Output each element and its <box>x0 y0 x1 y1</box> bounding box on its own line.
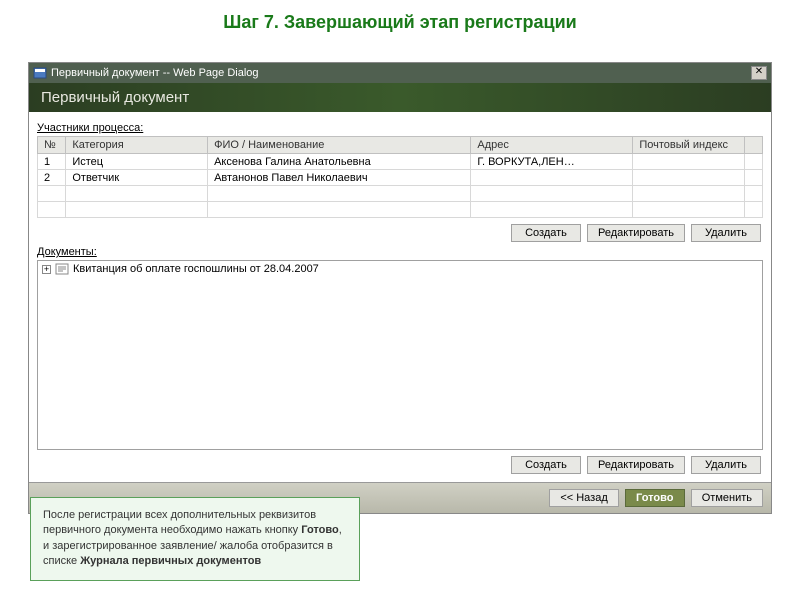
table-row[interactable]: 2 Ответчик Автанонов Павел Николаевич <box>38 170 763 186</box>
table-row[interactable] <box>38 186 763 202</box>
cell-zip <box>633 170 744 186</box>
cell-num: 1 <box>38 154 66 170</box>
documents-list: + Квитанция об оплате госпошлины от 28.0… <box>37 260 763 450</box>
close-button[interactable]: ✕ <box>751 66 767 80</box>
note-bold-2: Журнала первичных документов <box>80 555 261 567</box>
window-title: Первичный документ -- Web Page Dialog <box>51 67 751 79</box>
participants-label: Участники процесса: <box>37 122 763 134</box>
cell-category: Истец <box>66 154 208 170</box>
note-text-1: После регистрации всех дополнительных ре… <box>43 509 316 536</box>
edit-button[interactable]: Редактировать <box>587 224 685 242</box>
list-item[interactable]: + Квитанция об оплате госпошлины от 28.0… <box>38 261 762 277</box>
done-button[interactable]: Готово <box>625 489 685 507</box>
col-address[interactable]: Адрес <box>471 137 633 154</box>
table-row[interactable]: 1 Истец Аксенова Галина Анатольевна Г. В… <box>38 154 763 170</box>
cancel-button[interactable]: Отменить <box>691 489 763 507</box>
dialog-body: Участники процесса: № Категория ФИО / На… <box>29 112 771 482</box>
document-text: Квитанция об оплате госпошлины от 28.04.… <box>73 263 319 275</box>
participants-grid: № Категория ФИО / Наименование Адрес Поч… <box>37 136 763 218</box>
table-row[interactable] <box>38 202 763 218</box>
create-button[interactable]: Создать <box>511 224 581 242</box>
edit-button[interactable]: Редактировать <box>587 456 685 474</box>
expand-icon[interactable]: + <box>42 265 51 274</box>
col-category[interactable]: Категория <box>66 137 208 154</box>
create-button[interactable]: Создать <box>511 456 581 474</box>
delete-button[interactable]: Удалить <box>691 224 761 242</box>
col-spacer <box>744 137 762 154</box>
documents-label: Документы: <box>37 246 763 258</box>
cell-fio: Аксенова Галина Анатольевна <box>208 154 471 170</box>
titlebar: Первичный документ -- Web Page Dialog ✕ <box>29 63 771 83</box>
cell-zip <box>633 154 744 170</box>
delete-button[interactable]: Удалить <box>691 456 761 474</box>
back-button[interactable]: << Назад <box>549 489 618 507</box>
cell-category: Ответчик <box>66 170 208 186</box>
app-icon <box>33 66 47 80</box>
cell-fio: Автанонов Павел Николаевич <box>208 170 471 186</box>
col-fio[interactable]: ФИО / Наименование <box>208 137 471 154</box>
dialog-window: Первичный документ -- Web Page Dialog ✕ … <box>28 62 772 514</box>
col-zip[interactable]: Почтовый индекс <box>633 137 744 154</box>
note-bold-1: Готово <box>301 524 338 536</box>
participants-buttons: Создать Редактировать Удалить <box>39 224 761 242</box>
dialog-subtitle: Первичный документ <box>29 83 771 112</box>
document-icon <box>55 263 69 275</box>
instruction-note: После регистрации всех дополнительных ре… <box>30 497 360 581</box>
cell-address: Г. ВОРКУТА,ЛЕН… <box>471 154 633 170</box>
cell-num: 2 <box>38 170 66 186</box>
documents-buttons: Создать Редактировать Удалить <box>39 456 761 474</box>
page-heading: Шаг 7. Завершающий этап регистрации <box>0 12 800 33</box>
col-num[interactable]: № <box>38 137 66 154</box>
cell-address <box>471 170 633 186</box>
